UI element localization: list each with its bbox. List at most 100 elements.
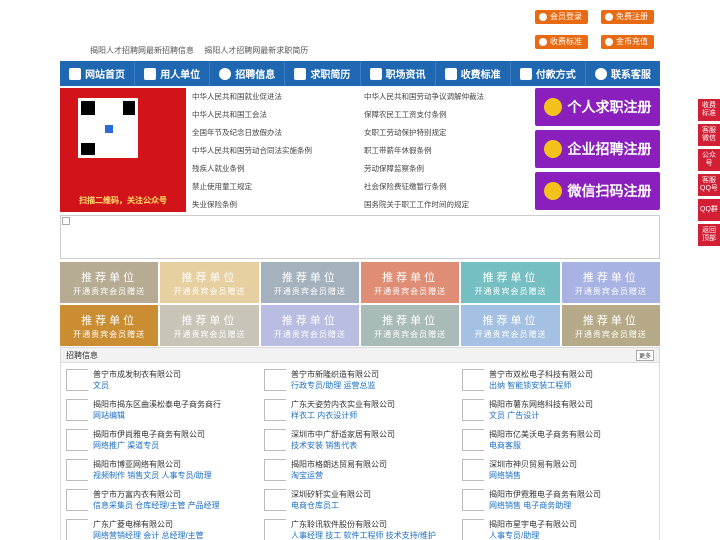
job-positions-link[interactable]: 网站编辑 — [93, 410, 125, 421]
latest-jobs-link[interactable]: 揭阳人才招聘网最新招聘信息 — [90, 46, 194, 55]
company-logo[interactable] — [264, 519, 286, 540]
law-link[interactable]: 中华人民共和国就业促进法 — [192, 91, 282, 102]
recommended-tile[interactable]: 推荐单位 开通贵宾会员赠送 — [461, 305, 560, 346]
company-logo[interactable] — [66, 519, 88, 540]
nav-fees[interactable]: 收费标准 — [436, 61, 511, 86]
personal-register-button[interactable]: 个人求职注册 — [535, 88, 660, 126]
recommended-tile[interactable]: 推荐单位 开通贵宾会员赠送 — [60, 262, 159, 303]
law-link[interactable]: 禁止使用童工规定 — [192, 181, 252, 192]
law-link[interactable]: 中华人民共和国劳动争议调解仲裁法 — [364, 91, 484, 102]
free-register-button[interactable]: 免费注册 — [601, 10, 654, 24]
company-logo[interactable] — [264, 399, 286, 421]
gold-recharge-button[interactable]: 金币充值 — [601, 35, 654, 49]
job-positions-link[interactable]: 人事专员/助理 — [489, 530, 539, 540]
job-positions-link[interactable]: 出纳 智能锁安装工程师 — [489, 380, 571, 391]
company-logo[interactable] — [66, 459, 88, 481]
company-name-link[interactable]: 深圳市神贝贸易有限公司 — [489, 459, 577, 470]
nav-news[interactable]: 职场资讯 — [361, 61, 436, 86]
nav-contact[interactable]: 联系客服 — [586, 61, 660, 86]
side-qq-button[interactable]: 客服QQ号 — [698, 174, 720, 196]
job-positions-link[interactable]: 网络营销经理 会计 总经理/主管 — [93, 530, 204, 540]
law-link[interactable]: 残疾人就业条例 — [192, 163, 245, 174]
company-logo[interactable] — [264, 369, 286, 391]
company-logo[interactable] — [462, 429, 484, 451]
side-official-account-button[interactable]: 公众号 — [698, 149, 720, 171]
job-positions-link[interactable]: 网络销售 电子商务助理 — [489, 500, 571, 511]
company-name-link[interactable]: 揭阳市薯东网络科技有限公司 — [489, 399, 593, 410]
recommended-tile[interactable]: 推荐单位 开通贵宾会员赠送 — [561, 305, 660, 346]
law-link[interactable]: 职工带薪年休假条例 — [364, 145, 432, 156]
company-logo[interactable] — [462, 489, 484, 511]
job-positions-link[interactable]: 行政专员/助理 运营总监 — [291, 380, 375, 391]
company-logo[interactable] — [264, 429, 286, 451]
job-positions-link[interactable]: 视频制作 销售文员 人事专员/助理 — [93, 470, 212, 481]
wechat-register-button[interactable]: 微信扫码注册 — [535, 172, 660, 210]
recommended-tile[interactable]: 推荐单位 开通贵宾会员赠送 — [160, 262, 259, 303]
more-button[interactable]: 更多 — [635, 349, 654, 361]
recommended-tile[interactable]: 推荐单位 开通贵宾会员赠送 — [461, 262, 560, 303]
company-logo[interactable] — [264, 459, 286, 481]
job-positions-link[interactable]: 人事经理 技工 软件工程师 技术支持/维护 — [291, 530, 436, 540]
company-name-link[interactable]: 广东广菱电梯有限公司 — [93, 519, 173, 530]
ad-banner[interactable] — [60, 215, 660, 259]
company-logo[interactable] — [462, 369, 484, 391]
company-logo[interactable] — [66, 429, 88, 451]
job-positions-link[interactable]: 技术安装 销售代表 — [291, 440, 357, 451]
side-wechat-button[interactable]: 客服微信 — [698, 124, 720, 146]
company-logo[interactable] — [66, 399, 88, 421]
recommended-tile[interactable]: 推荐单位 开通贵宾会员赠送 — [260, 262, 359, 303]
company-logo[interactable] — [462, 399, 484, 421]
recommended-tile[interactable]: 推荐单位 开通贵宾会员赠送 — [160, 305, 259, 346]
law-link[interactable]: 劳动保障监察条例 — [364, 163, 424, 174]
nav-resumes[interactable]: 求职简历 — [285, 61, 361, 86]
job-positions-link[interactable]: 网络销售 — [489, 470, 521, 481]
nav-employers[interactable]: 用人单位 — [135, 61, 211, 86]
company-name-link[interactable]: 深圳矽轩实业有限公司 — [291, 489, 371, 500]
law-link[interactable]: 保障农民工工资支付条例 — [364, 109, 447, 120]
law-link[interactable]: 全国年节及纪念日放假办法 — [192, 127, 282, 138]
recommended-tile[interactable]: 推荐单位 开通贵宾会员赠送 — [361, 305, 460, 346]
fee-standard-button[interactable]: 收费标准 — [535, 35, 588, 49]
job-positions-link[interactable]: 网络推广 渠道专员 — [93, 440, 159, 451]
law-link[interactable]: 国务院关于职工工作时间的规定 — [364, 199, 469, 210]
company-register-button[interactable]: 企业招聘注册 — [535, 130, 660, 168]
latest-resumes-link[interactable]: 揭阳人才招聘网最新求职简历 — [204, 46, 308, 55]
recommended-tile[interactable]: 推荐单位 开通贵宾会员赠送 — [561, 262, 660, 303]
job-positions-link[interactable]: 文员 广告设计 — [489, 410, 539, 421]
company-name-link[interactable]: 普宁市双松电子科技有限公司 — [489, 369, 593, 380]
law-link[interactable]: 社会保险费征缴暂行条例 — [364, 181, 447, 192]
law-link[interactable]: 女职工劳动保护特别规定 — [364, 127, 447, 138]
recommended-tile[interactable]: 推荐单位 开通贵宾会员赠送 — [60, 305, 159, 346]
job-positions-link[interactable]: 样衣工 内衣设计师 — [291, 410, 357, 421]
nav-home[interactable]: 网站首页 — [60, 61, 136, 86]
company-logo[interactable] — [462, 519, 484, 540]
company-name-link[interactable]: 普宁市新隆织造有限公司 — [291, 369, 379, 380]
company-name-link[interactable]: 广东天姿劳内衣实业有限公司 — [291, 399, 395, 410]
company-logo[interactable] — [66, 489, 88, 511]
side-qq-group-button[interactable]: QQ群 — [698, 199, 720, 221]
back-to-top-button[interactable]: 返回顶部 — [698, 224, 720, 246]
company-name-link[interactable]: 揭阳市伊霓雅电子商务有限公司 — [489, 489, 601, 500]
job-positions-link[interactable]: 电商客服 — [489, 440, 521, 451]
law-link[interactable]: 中华人民共和国劳动合同法实施条例 — [192, 145, 312, 156]
job-positions-link[interactable]: 信息采集员 仓库经理/主管 产品经理 — [93, 500, 220, 511]
company-name-link[interactable]: 揭阳市星宇电子有限公司 — [489, 519, 577, 530]
company-logo[interactable] — [66, 369, 88, 391]
company-name-link[interactable]: 普宁市成发制衣有限公司 — [93, 369, 181, 380]
company-name-link[interactable]: 揭阳市揭东区曲溪松泰电子商务商行 — [93, 399, 221, 410]
job-positions-link[interactable]: 文员 — [93, 380, 109, 391]
company-name-link[interactable]: 揭阳市格朗达贸易有限公司 — [291, 459, 387, 470]
company-name-link[interactable]: 揭阳市博亚网络有限公司 — [93, 459, 181, 470]
law-link[interactable]: 失业保险条例 — [192, 199, 237, 210]
company-name-link[interactable]: 普宁市万富内衣有限公司 — [93, 489, 181, 500]
company-name-link[interactable]: 揭阳市伊尚雅电子商务有限公司 — [93, 429, 205, 440]
nav-jobs[interactable]: 招聘信息 — [210, 61, 286, 86]
company-name-link[interactable]: 揭阳市亿美沃电子商务有限公司 — [489, 429, 601, 440]
recommended-tile[interactable]: 推荐单位 开通贵宾会员赠送 — [260, 305, 359, 346]
member-login-button[interactable]: 会员登录 — [535, 10, 588, 24]
side-fee-button[interactable]: 收费标准 — [698, 99, 720, 121]
nav-payment[interactable]: 付款方式 — [511, 61, 586, 86]
recommended-tile[interactable]: 推荐单位 开通贵宾会员赠送 — [361, 262, 460, 303]
company-name-link[interactable]: 广东聆讯软件股份有限公司 — [291, 519, 387, 530]
job-positions-link[interactable]: 电商仓库员工 — [291, 500, 339, 511]
